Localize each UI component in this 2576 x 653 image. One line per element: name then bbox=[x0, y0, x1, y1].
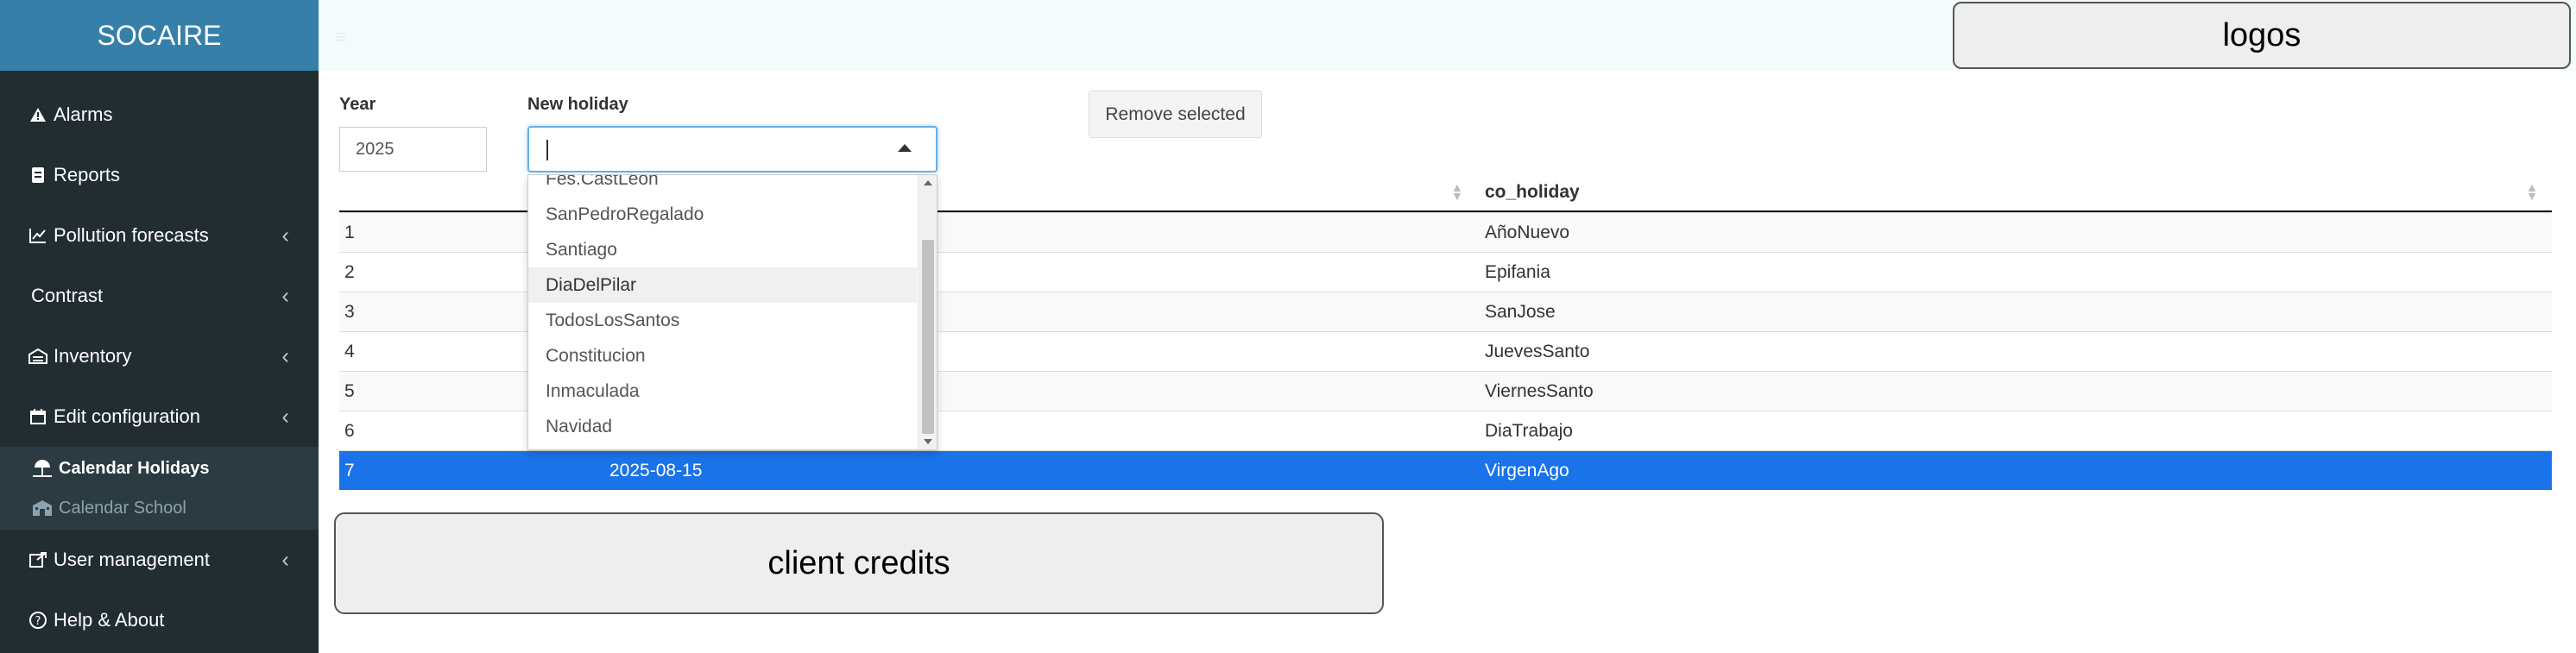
scroll-down-icon[interactable] bbox=[924, 439, 932, 444]
row-id: 3 bbox=[344, 302, 355, 322]
sidebar-subitem-label: Calendar School bbox=[59, 498, 186, 518]
svg-text:?: ? bbox=[35, 615, 41, 628]
sidebar-item-help-about[interactable]: ? Help & About bbox=[0, 590, 319, 650]
dropdown-scrollbar[interactable] bbox=[918, 175, 937, 449]
sidebar-item-label: Alarms bbox=[54, 104, 113, 125]
scroll-up-icon[interactable] bbox=[924, 180, 932, 185]
row-id: 1 bbox=[344, 223, 355, 242]
chevron-left-icon: ‹ bbox=[281, 222, 289, 248]
sidebar-item-label: Contrast bbox=[31, 285, 104, 306]
dropdown-option[interactable]: Constitucion bbox=[528, 338, 917, 374]
row-date: 2025-08-15 bbox=[609, 461, 703, 480]
question-circle-icon: ? bbox=[28, 610, 48, 631]
sidebar-item-label: Pollution forecasts bbox=[54, 224, 209, 246]
sidebar-item-user-management[interactable]: User management ‹ bbox=[0, 530, 319, 590]
warning-icon bbox=[28, 104, 48, 125]
line-chart-icon bbox=[28, 225, 48, 246]
row-id: 5 bbox=[344, 381, 355, 401]
row-id: 6 bbox=[344, 421, 355, 441]
text-cursor bbox=[546, 140, 548, 160]
sidebar-item-edit-configuration[interactable]: Edit configuration ‹ bbox=[0, 386, 319, 447]
chevron-left-icon: ‹ bbox=[281, 546, 289, 573]
chevron-left-icon: ‹ bbox=[281, 342, 289, 369]
dropdown-option[interactable]: Santiago bbox=[528, 232, 917, 267]
sidebar-item-label: User management bbox=[54, 549, 210, 570]
logos-placeholder: logos bbox=[1953, 2, 2571, 69]
school-icon bbox=[31, 499, 54, 518]
share-icon bbox=[28, 549, 48, 570]
document-icon bbox=[28, 165, 48, 185]
brand-title[interactable]: SOCAIRE bbox=[0, 0, 319, 71]
sidebar-item-inventory[interactable]: Inventory ‹ bbox=[0, 326, 319, 386]
caret-up-icon[interactable] bbox=[898, 144, 912, 152]
table-row-selected[interactable]: 7 2025-08-15 VirgenAgo bbox=[339, 450, 2552, 490]
dropdown-option[interactable]: SanPedroRegalado bbox=[528, 197, 917, 232]
sidebar-item-label: Reports bbox=[54, 164, 121, 185]
year-input[interactable]: 2025 bbox=[339, 127, 487, 172]
sidebar-subitem-label: Calendar Holidays bbox=[59, 458, 210, 478]
calendar-icon bbox=[28, 406, 48, 427]
dropdown-option[interactable]: TodosLosSantos bbox=[528, 303, 917, 338]
sidebar-toggle-icon[interactable]: ≡ bbox=[335, 26, 346, 48]
sort-icon[interactable]: ▲ ▼ bbox=[1451, 181, 1463, 202]
row-id: 4 bbox=[344, 342, 355, 361]
year-label: Year bbox=[339, 95, 376, 114]
sidebar-subitem-calendar-holidays[interactable]: Calendar Holidays bbox=[0, 449, 319, 488]
client-credits-placeholder: client credits bbox=[334, 512, 1384, 614]
inventory-icon bbox=[28, 346, 48, 367]
column-header[interactable]: co_holiday bbox=[1485, 173, 1580, 212]
sidebar-item-label: Edit configuration bbox=[54, 405, 200, 427]
sidebar-item-contrast[interactable]: Contrast ‹ bbox=[0, 266, 319, 326]
new-holiday-label: New holiday bbox=[527, 95, 628, 114]
sidebar: SOCAIRE Alarms Reports Pollution forecas… bbox=[0, 0, 319, 653]
row-holiday: Epifania bbox=[1485, 262, 1550, 282]
dropdown-option[interactable]: Navidad bbox=[528, 409, 917, 444]
row-id: 7 bbox=[344, 461, 355, 480]
row-holiday: VirgenAgo bbox=[1485, 461, 1569, 480]
chevron-down-icon: ‹ bbox=[281, 403, 289, 430]
dropdown-option-highlighted[interactable]: DiaDelPilar bbox=[528, 267, 917, 303]
sidebar-item-reports[interactable]: Reports bbox=[0, 145, 319, 205]
umbrella-beach-icon bbox=[31, 459, 54, 478]
app-window: SOCAIRE Alarms Reports Pollution forecas… bbox=[0, 0, 2576, 653]
row-holiday: JuevesSanto bbox=[1485, 342, 1590, 361]
holiday-dropdown-list[interactable]: Fes.CastLeon SanPedroRegalado Santiago D… bbox=[527, 174, 938, 450]
sort-icon[interactable]: ▲ ▼ bbox=[2526, 181, 2538, 202]
row-holiday: DiaTrabajo bbox=[1485, 421, 1573, 441]
edit-configuration-submenu: Calendar Holidays Calendar School bbox=[0, 447, 319, 530]
row-holiday: AñoNuevo bbox=[1485, 223, 1570, 242]
scrollbar-thumb[interactable] bbox=[922, 240, 934, 434]
chevron-left-icon: ‹ bbox=[281, 282, 289, 309]
sidebar-item-label: Help & About bbox=[54, 609, 165, 631]
sidebar-item-label: Inventory bbox=[54, 345, 132, 367]
sidebar-item-alarms[interactable]: Alarms bbox=[0, 85, 319, 145]
row-holiday: ViernesSanto bbox=[1485, 381, 1594, 401]
row-holiday: SanJose bbox=[1485, 302, 1556, 322]
dropdown-option[interactable]: Inmaculada bbox=[528, 374, 917, 409]
row-id: 2 bbox=[344, 262, 355, 282]
sidebar-subitem-calendar-school[interactable]: Calendar School bbox=[0, 488, 319, 528]
remove-selected-button[interactable]: Remove selected bbox=[1089, 91, 1262, 138]
dropdown-option[interactable]: Fes.CastLeon bbox=[528, 175, 917, 197]
sidebar-item-pollution-forecasts[interactable]: Pollution forecasts ‹ bbox=[0, 205, 319, 266]
new-holiday-select[interactable] bbox=[527, 126, 938, 173]
